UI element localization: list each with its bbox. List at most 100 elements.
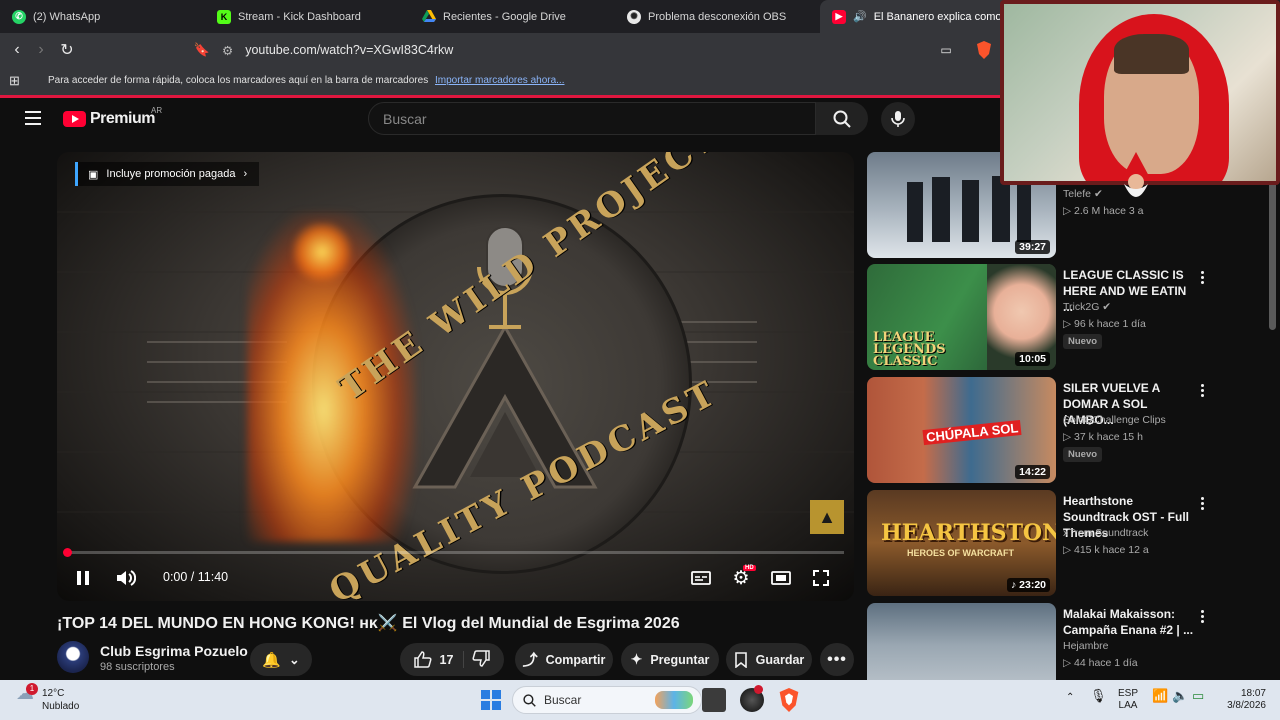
scrollbar-thumb[interactable] (1269, 180, 1276, 330)
tray-overflow-icon[interactable]: ⌃ (1066, 692, 1074, 704)
volume-button[interactable] (114, 567, 138, 589)
rec-channel[interactable]: SoloQChallenge Clips (1063, 414, 1166, 426)
youtube-premium-logo[interactable]: Premium (63, 110, 155, 128)
duration-badge: 14:22 (1015, 465, 1050, 479)
rec-channel[interactable]: Trick2G ✔ (1063, 301, 1111, 313)
channel-watermark[interactable]: ▲ (810, 500, 844, 534)
weather-widget[interactable]: ☁ 1 12°C Nublado (16, 683, 80, 713)
cast-icon[interactable]: ▭ (934, 38, 958, 62)
taskbar-search-placeholder: Buscar (544, 693, 582, 707)
reload-icon[interactable]: ↻ (55, 38, 79, 62)
more-vertical-icon[interactable] (1195, 270, 1209, 284)
youtube-logo-icon (63, 111, 86, 127)
recommendation-item[interactable]: HEARTHSTONE HEROES OF WARCRAFT ♪ 23:20 H… (867, 490, 1227, 598)
task-view-icon[interactable] (702, 688, 726, 712)
rec-channel[interactable]: Hejambre (1063, 640, 1109, 652)
scrubber-handle[interactable] (63, 548, 72, 557)
site-settings-icon[interactable]: ⚙ (222, 43, 233, 58)
verified-icon: ✔ (1102, 301, 1112, 313)
search-input[interactable]: Buscar (368, 102, 816, 135)
brave-browser-icon[interactable] (777, 688, 801, 712)
recommendation-item[interactable]: Malakai Makaisson: Campaña Enana #2 | ..… (867, 603, 1227, 680)
subtitles-button[interactable] (689, 567, 713, 589)
video-player[interactable]: ▣ Incluye promoción pagada › THE WILD PR… (57, 152, 854, 601)
rec-title[interactable]: Malakai Makaisson: Campaña Enana #2 | ..… (1063, 606, 1195, 638)
more-vertical-icon[interactable] (1195, 496, 1209, 510)
tab-kick[interactable]: K Stream - Kick Dashboard (205, 0, 410, 33)
progress-bar[interactable] (63, 548, 844, 557)
pause-icon (77, 571, 89, 585)
subtitles-icon (691, 571, 711, 585)
ask-button[interactable]: ✦ Preguntar (621, 643, 719, 676)
tab-label: (2) WhatsApp (33, 10, 101, 23)
theater-mode-icon (771, 571, 791, 585)
dislike-button[interactable] (472, 649, 491, 670)
video-thumbnail[interactable] (867, 603, 1056, 680)
microphone-icon (891, 111, 905, 127)
bookmark-icon[interactable]: 🔖 (190, 38, 214, 62)
settings-button[interactable]: ⚙ HD (729, 565, 756, 589)
clock[interactable]: 18:07 3/8/2026 (1218, 688, 1266, 712)
logo-text: Premium (90, 110, 155, 127)
taskbar-search[interactable]: Buscar (512, 686, 702, 714)
recommendation-item[interactable]: CHÚPALA SOL 14:22 SILER VUELVE A DOMAR A… (867, 377, 1227, 485)
thumbs-up-icon (413, 651, 432, 668)
windows-start-icon[interactable] (479, 688, 503, 712)
menu-icon[interactable] (25, 111, 41, 129)
thumb-subtext: HEROES OF WARCRAFT (907, 548, 1014, 558)
search-icon (833, 110, 851, 128)
search-button[interactable] (816, 102, 868, 135)
tab-youtube-active[interactable]: ▶ 🔊 El Bananero explica como su (820, 0, 1025, 33)
hair-image (1114, 34, 1189, 74)
save-button[interactable]: Guardar (726, 643, 812, 676)
microphone-tray-icon[interactable]: 🎙 (1090, 689, 1107, 702)
duration-badge: 10:05 (1015, 352, 1050, 366)
rec-channel[interactable]: Telefe ✔ (1063, 188, 1103, 200)
save-label: Guardar (755, 652, 805, 667)
chatgpt-icon: ✺ (627, 9, 641, 24)
share-icon: ⤴ (522, 652, 538, 669)
channel-name[interactable]: Club Esgrima Pozuelo (100, 643, 248, 659)
kick-icon: K (217, 9, 231, 24)
like-button[interactable]: 17 (413, 651, 465, 668)
tab-whatsapp[interactable]: ✆ (2) WhatsApp (0, 0, 205, 33)
video-thumbnail[interactable]: LEAGUE LEGENDS CLASSIC 10:05 (867, 264, 1056, 370)
more-actions-button[interactable]: ••• (820, 643, 854, 676)
page-scrollbar[interactable] (1266, 98, 1280, 680)
tab-obs-problem[interactable]: ✺ Problema desconexión OBS (615, 0, 820, 33)
rec-channel[interactable]: xTrem Soundtrack (1063, 527, 1148, 539)
voice-search-button[interactable] (881, 102, 915, 136)
share-button[interactable]: ⤴ Compartir (515, 643, 613, 676)
channel-avatar[interactable] (57, 641, 89, 673)
forward-icon[interactable]: › (29, 38, 53, 62)
duration-badge: 39:27 (1015, 240, 1050, 254)
more-vertical-icon[interactable] (1195, 609, 1209, 623)
obs-icon[interactable] (740, 685, 764, 712)
wifi-icon[interactable]: 📶 (1152, 689, 1168, 702)
audio-playing-icon[interactable]: 🔊 (853, 10, 867, 23)
share-label: Compartir (545, 652, 606, 667)
language-indicator[interactable]: ESP LAA (1118, 688, 1138, 712)
url-field[interactable]: ⚙ youtube.com/watch?v=XGwI83C4rkw (222, 37, 453, 63)
tab-label: El Bananero explica como su (873, 10, 1017, 23)
apps-grid-icon[interactable]: ⊞ (9, 73, 20, 89)
import-bookmarks-link[interactable]: Importar marcadores ahora... (435, 75, 565, 86)
pause-button[interactable] (71, 567, 95, 589)
paid-promotion-label[interactable]: ▣ Incluye promoción pagada › (75, 162, 260, 186)
back-icon[interactable]: ‹ (5, 38, 29, 62)
rec-meta: ▷ 37 k hace 15 h (1063, 431, 1143, 443)
recommendation-item[interactable]: LEAGUE LEGENDS CLASSIC 10:05 LEAGUE CLAS… (867, 264, 1227, 372)
tab-google-drive[interactable]: Recientes - Google Drive (410, 0, 615, 33)
volume-icon (117, 570, 136, 586)
more-vertical-icon[interactable] (1195, 383, 1209, 397)
video-thumbnail[interactable]: CHÚPALA SOL 14:22 (867, 377, 1056, 483)
video-thumbnail[interactable]: HEARTHSTONE HEROES OF WARCRAFT ♪ 23:20 (867, 490, 1056, 596)
battery-icon[interactable]: ▭ (1192, 689, 1204, 702)
notifications-button[interactable]: 🔔 ⌄ (250, 643, 312, 676)
fullscreen-button[interactable] (809, 567, 833, 589)
brave-shield-icon[interactable] (972, 38, 996, 62)
speaker-icon[interactable]: 🔈 (1172, 689, 1188, 702)
rec-meta: ▷ 96 k hace 1 día (1063, 318, 1146, 330)
theater-mode-button[interactable] (769, 567, 793, 589)
weather-condition: Nublado (42, 701, 80, 712)
